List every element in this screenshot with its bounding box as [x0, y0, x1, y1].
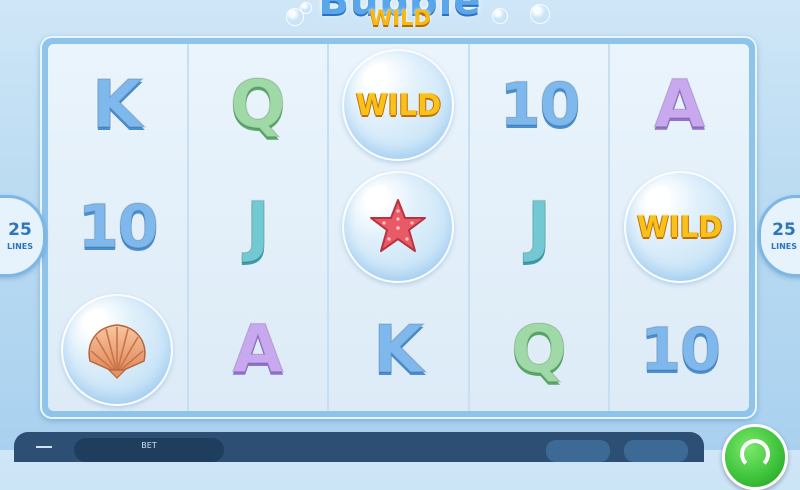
symbol-10: 10 — [499, 70, 582, 141]
autoplay-button[interactable] — [546, 440, 610, 462]
wild-symbol: WILD — [637, 210, 723, 245]
reel-cell: K — [48, 44, 187, 166]
reel-cell — [329, 166, 468, 288]
menu-icon[interactable] — [36, 446, 52, 452]
turbo-button[interactable] — [624, 440, 688, 462]
starfish-icon — [370, 199, 427, 253]
reel-4: 10 J Q — [469, 44, 611, 411]
reel-cell: K — [329, 289, 468, 411]
reel-2: Q J A — [188, 44, 330, 411]
logo-subtitle: WILD — [369, 6, 431, 30]
reel-1: K 10 — [48, 44, 189, 411]
scallop-shell-icon — [88, 324, 146, 379]
symbol-k: K — [372, 310, 425, 388]
lines-label: LINES — [7, 241, 33, 251]
wild-symbol: WILD — [355, 88, 442, 123]
reel-cell: J — [189, 166, 328, 288]
spin-button[interactable] — [722, 424, 788, 490]
bubble-symbol: WILD — [342, 49, 455, 162]
reel-5: A WILD 10 — [610, 44, 749, 411]
lines-count: 25 — [8, 219, 32, 240]
reel-cell: Q — [470, 289, 609, 411]
symbol-j: J — [245, 188, 271, 266]
reel-cell: 10 — [470, 44, 609, 166]
bet-selector[interactable]: BET — [74, 438, 224, 462]
symbol-k: K — [91, 66, 144, 144]
game-logo: Bubble WILD — [0, 0, 800, 40]
spin-icon — [740, 439, 770, 469]
symbol-a: A — [653, 66, 706, 144]
reel-cell: J — [470, 166, 609, 288]
lines-label: LINES — [771, 241, 797, 251]
reel-cell: WILD — [329, 44, 468, 166]
reel-cell: Q — [189, 44, 328, 166]
control-bar: BET — [14, 432, 704, 462]
bubble-symbol — [342, 171, 455, 284]
reel-3: WILD K — [329, 44, 470, 411]
reel-cell: A — [610, 44, 749, 166]
lines-count: 25 — [772, 219, 796, 240]
bubble-symbol — [61, 293, 174, 406]
symbol-q: Q — [510, 310, 568, 388]
lines-indicator-right: 25 LINES — [758, 195, 800, 277]
reel-cell: 10 — [48, 166, 187, 288]
bet-label: BET — [141, 441, 157, 450]
reel-cell — [48, 289, 187, 411]
reel-cell: 10 — [610, 289, 749, 411]
reel-cell: WILD — [610, 166, 749, 288]
symbol-a: A — [232, 310, 285, 388]
reel-cell: A — [189, 289, 328, 411]
symbol-j: J — [526, 188, 552, 266]
bubble-symbol: WILD — [623, 171, 736, 284]
symbol-q: Q — [229, 66, 287, 144]
reel-grid: K 10 Q J A WILD K 10 J Q A WILD 10 — [48, 44, 749, 411]
symbol-10: 10 — [639, 314, 722, 385]
symbol-10: 10 — [77, 192, 160, 263]
